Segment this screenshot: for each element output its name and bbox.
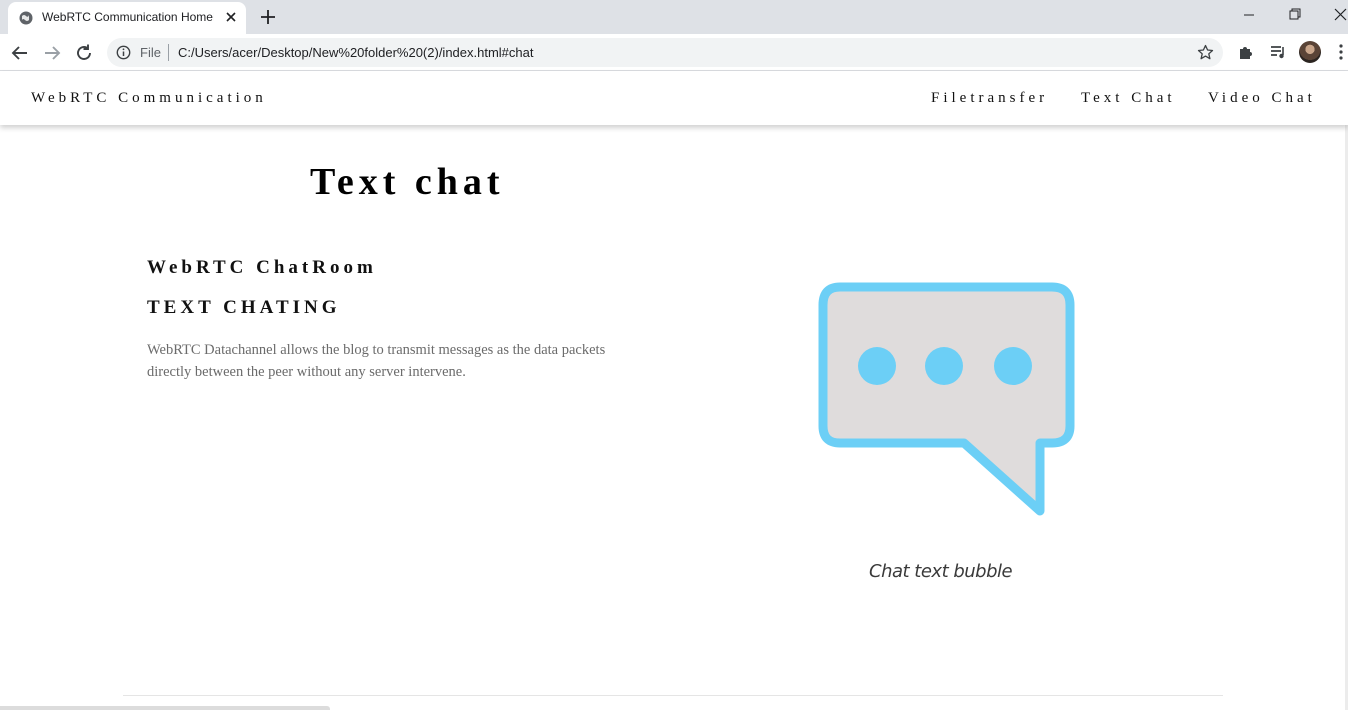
back-arrow-icon[interactable] — [9, 42, 31, 64]
close-tab-icon[interactable] — [224, 10, 238, 24]
illustration-caption: Chat text bubble — [869, 561, 1013, 582]
reload-icon[interactable] — [73, 42, 95, 64]
browser-toolbar: File C:/Users/acer/Desktop/New%20folder%… — [0, 34, 1348, 71]
minimize-icon[interactable] — [1226, 0, 1272, 30]
media-control-icon[interactable] — [1268, 42, 1288, 62]
bookmark-star-icon[interactable] — [1197, 44, 1214, 61]
nav-link-filetransfer[interactable]: Filetransfer — [931, 90, 1048, 107]
profile-avatar[interactable] — [1299, 41, 1321, 63]
more-menu-icon[interactable] — [1334, 43, 1348, 61]
typing-dot-1 — [858, 347, 896, 385]
nav-link-video-chat[interactable]: Video Chat — [1208, 90, 1316, 107]
typing-dot-3 — [994, 347, 1032, 385]
section-description: WebRTC Datachannel allows the blog to tr… — [147, 342, 606, 380]
chat-bubble-icon — [818, 282, 1075, 516]
restore-icon[interactable] — [1272, 0, 1318, 30]
site-navbar: WebRTC Communication Filetransfer Text C… — [0, 71, 1348, 125]
footer-divider — [123, 695, 1223, 696]
window-close-icon[interactable] — [1318, 0, 1348, 30]
browser-tab-strip: WebRTC Communication HomePage — [0, 0, 1348, 34]
info-icon[interactable] — [116, 45, 131, 60]
brand-link[interactable]: WebRTC Communication — [31, 90, 267, 107]
globe-icon — [19, 11, 33, 25]
omnibox-divider — [168, 44, 169, 61]
typing-dot-2 — [925, 347, 963, 385]
nav-link-text-chat[interactable]: Text Chat — [1081, 90, 1176, 107]
tab-title: WebRTC Communication HomePage — [42, 10, 214, 24]
section-subtitle: WebRTC ChatRoom — [147, 257, 377, 278]
forward-arrow-icon[interactable] — [41, 42, 63, 64]
scheme-label: File — [140, 45, 161, 60]
extensions-puzzle-icon[interactable] — [1236, 42, 1256, 62]
section-heading: TEXT CHATING — [147, 297, 341, 318]
address-bar[interactable]: File C:/Users/acer/Desktop/New%20folder%… — [107, 38, 1223, 67]
page-title: Text chat — [310, 161, 505, 203]
url-text[interactable]: C:/Users/acer/Desktop/New%20folder%20(2)… — [178, 45, 534, 60]
new-tab-icon[interactable] — [258, 7, 278, 27]
status-bar — [0, 706, 330, 710]
chat-bubble-shape — [818, 282, 1075, 516]
browser-tab[interactable]: WebRTC Communication HomePage — [8, 2, 246, 34]
